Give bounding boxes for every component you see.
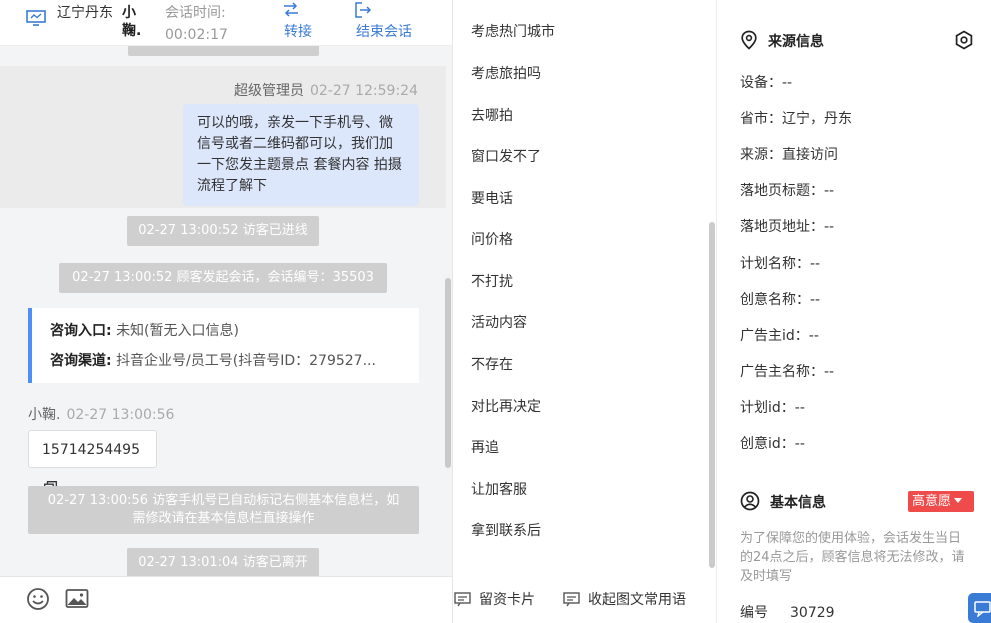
consult-info-card: 咨询入口: 未知(暂无入口信息) 咨询渠道: 抖音企业号/员工号(抖音号ID：2… (28, 308, 419, 383)
field-number-value: 30729 (790, 605, 835, 621)
field-plan-name: 计划名称：-- (740, 256, 821, 272)
quick-reply-item[interactable]: 拿到联系后 (471, 520, 541, 542)
transfer-icon (284, 2, 298, 17)
consult-entry-label: 咨询入口: (50, 323, 112, 339)
basic-info-label: 基本信息 (770, 495, 826, 511)
quick-reply-scrollbar[interactable] (709, 222, 715, 568)
visitor-phone-message: 15714254495 (28, 430, 157, 494)
intent-badge-label: 高意愿 (912, 494, 952, 509)
visitor-message-meta: 小鞠. 02-27 13:00:56 (28, 404, 174, 424)
quick-reply-footer: 留资卡片 收起图文常用语 (453, 576, 716, 623)
quick-reply-item[interactable]: 去哪拍 (471, 105, 513, 127)
consult-channel-row: 咨询渠道: 抖音企业号/员工号(抖音号ID：279527... (50, 350, 410, 372)
quick-reply-item[interactable]: 对比再决定 (471, 396, 541, 418)
emoji-icon[interactable] (26, 587, 50, 611)
chat-header: 辽宁丹东 小鞠. 会话时间: 00:02:17 转接 结束会话 (0, 0, 452, 46)
consult-entry-row: 咨询入口: 未知(暂无入口信息) (50, 320, 410, 342)
session-time-label: 会话时间: (165, 5, 226, 21)
field-number: 编号 30729 (740, 602, 835, 623)
chat-bubble-icon (974, 601, 991, 617)
quick-reply-item[interactable]: 再追 (471, 437, 499, 459)
agent-name: 超级管理员 (233, 83, 304, 99)
quick-reply-item[interactable]: 不存在 (471, 354, 513, 376)
end-session-label: 结束会话 (356, 24, 412, 40)
monitor-icon (26, 10, 46, 26)
end-session-button[interactable]: 结束会话 (352, 0, 416, 44)
caret-down-icon (954, 498, 963, 503)
quick-reply-item[interactable]: 考虑热门城市 (471, 21, 555, 43)
transfer-button[interactable]: 转接 (282, 0, 314, 44)
collapse-phrases-button[interactable]: 收起图文常用语 (563, 590, 686, 610)
edit-notice: 为了保障您的使用体验，会话发生当日的24点之后，顾客信息将无法修改，请及时填写 (740, 531, 965, 584)
agent-message-meta: 超级管理员 02-27 12:59:24 (234, 80, 418, 100)
agent-name-header: 小鞠. (122, 5, 142, 39)
agent-message-block: 超级管理员 02-27 12:59:24 可以的哦，亲发一下手机号、微信号或者二维… (0, 66, 446, 208)
visitor-phone: 15714254495 (42, 442, 140, 458)
field-plan-id: 计划id：-- (740, 400, 805, 416)
quick-reply-item[interactable]: 活动内容 (471, 312, 527, 334)
user-icon (740, 491, 760, 511)
consult-channel-value: 抖音企业号/员工号(抖音号ID：279527... (116, 353, 376, 369)
system-message-started: 02-27 13:00:52 顾客发起会话，会话编号：35503 (59, 263, 387, 293)
lead-card-button[interactable]: 留资卡片 (454, 590, 535, 610)
system-message-left: 02-27 13:01:04 访客已离开 (127, 548, 319, 576)
transfer-label: 转接 (284, 24, 312, 40)
consult-entry-value: 未知(暂无入口信息) (116, 323, 239, 339)
source-info-title: 来源信息 (740, 30, 824, 53)
image-icon[interactable] (65, 587, 89, 611)
agent-message-bubble: 可以的哦，亲发一下手机号、微信号或者二维码都可以，我们加一下您发主题景点 套餐内… (183, 104, 419, 206)
agent-timestamp: 02-27 12:59:24 (309, 83, 418, 99)
chat-toolbar (0, 576, 452, 623)
lead-card-label: 留资卡片 (479, 592, 535, 608)
quick-reply-item[interactable]: 窗口发不了 (471, 146, 541, 168)
exit-icon (355, 2, 372, 18)
field-landing-url: 落地页地址：-- (740, 219, 835, 235)
field-advertiser-name: 广告主名称：-- (740, 364, 835, 380)
visitor-city: 辽宁丹东 (57, 5, 113, 21)
basic-info-title: 基本信息 (740, 491, 826, 514)
quick-reply-item[interactable]: 问价格 (471, 229, 513, 251)
field-creative-id: 创意id：-- (740, 436, 805, 452)
chat-history[interactable]: 超级管理员 02-27 12:59:24 可以的哦，亲发一下手机号、微信号或者二维… (0, 0, 446, 576)
quick-reply-item[interactable]: 不打扰 (471, 271, 513, 293)
system-message-joined: 02-27 13:00:52 访客已进线 (127, 216, 319, 246)
field-device: 设备：-- (740, 75, 793, 91)
intent-badge-dropdown[interactable]: 高意愿 (908, 491, 974, 512)
session-time-value: 00:02:17 (165, 27, 228, 43)
consult-channel-label: 咨询渠道: (50, 353, 112, 369)
floating-chat-button[interactable] (968, 593, 991, 623)
chat-scrollbar[interactable] (445, 278, 451, 468)
message-card-icon (563, 592, 580, 607)
visitor-info-panel: 来源信息 设备：-- 省市：辽宁，丹东 来源：直接访问 落地页标题：-- 落地页… (718, 0, 991, 623)
field-landing-title: 落地页标题：-- (740, 183, 835, 199)
location-pin-icon (741, 30, 757, 50)
collapse-phrases-label: 收起图文常用语 (588, 592, 686, 608)
settings-icon[interactable] (954, 30, 974, 50)
field-creative-name: 创意名称：-- (740, 292, 821, 308)
quick-reply-item[interactable]: 要电话 (471, 188, 513, 210)
session-time: 会话时间: 00:02:17 (165, 2, 265, 46)
message-card-icon (454, 592, 471, 607)
source-info-label: 来源信息 (768, 34, 824, 50)
quick-reply-item[interactable]: 让加客服 (471, 479, 527, 501)
quick-reply-panel: 考虑热门城市 考虑旅拍吗去哪拍窗口发不了要电话问价格不打扰活动内容不存在对比再决定… (453, 0, 717, 623)
field-province: 省市：辽宁，丹东 (740, 111, 852, 127)
visitor-timestamp: 02-27 13:00:56 (66, 407, 175, 423)
field-advertiser-id: 广告主id：-- (740, 328, 819, 344)
visitor-name: 小鞠. (28, 407, 61, 423)
field-source: 来源：直接访问 (740, 147, 838, 163)
quick-reply-item[interactable]: 考虑旅拍吗 (471, 63, 541, 85)
field-number-label: 编号 (740, 605, 768, 621)
system-message-phone-marked: 02-27 13:00:56 访客手机号已自动标记右侧基本信息栏，如需修改请在基… (28, 486, 419, 534)
chat-panel: 超级管理员 02-27 12:59:24 可以的哦，亲发一下手机号、微信号或者二维… (0, 0, 453, 623)
